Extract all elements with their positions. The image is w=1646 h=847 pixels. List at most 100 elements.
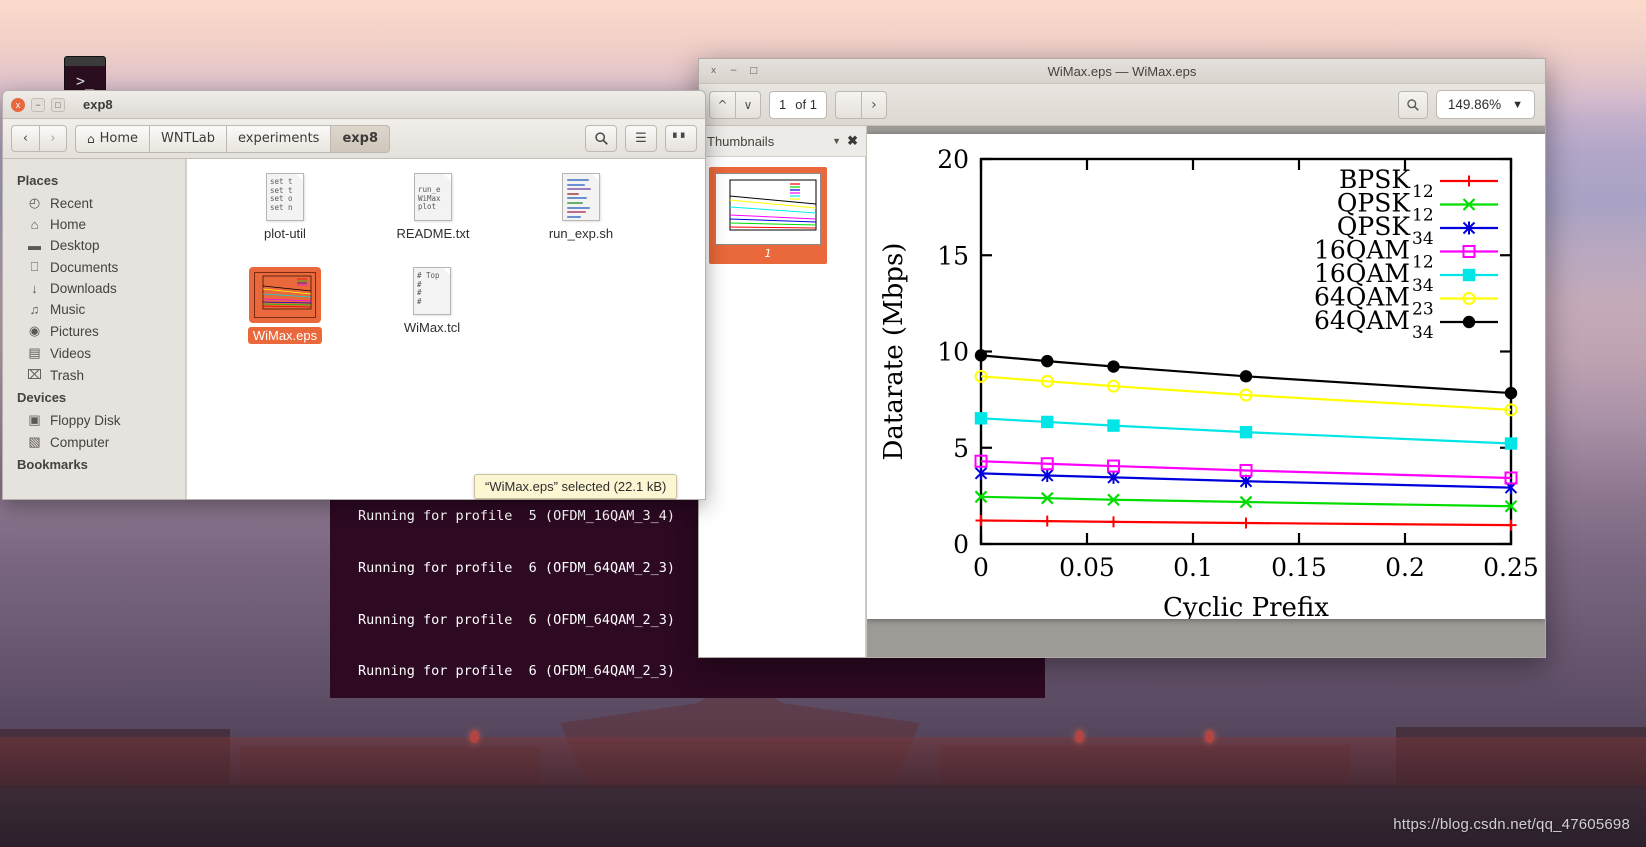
chevron-up-icon[interactable]: ^	[709, 90, 735, 119]
text-file-icon: run_e WiMax plot	[414, 173, 452, 221]
lantern	[470, 730, 479, 743]
sidebar-item-documents[interactable]: ⎕ Documents	[3, 256, 185, 278]
document-viewer-window[interactable]: x − □ WiMax.eps — WiMax.eps ^ ∨ 1 of 1 c…	[698, 58, 1546, 658]
page-current[interactable]: 1	[779, 97, 786, 112]
file-name: WiMax.tcl	[403, 320, 461, 335]
chevron-right-icon[interactable]: ›	[860, 90, 887, 119]
file-item-wimax-tcl[interactable]: # Top # # # WiMax.tcl	[358, 267, 506, 355]
sidebar-item-videos[interactable]: ▤ Videos	[3, 342, 185, 364]
sidebar-item-label: Pictures	[50, 323, 99, 339]
history-nav-group: chevron-left-icon ›	[834, 90, 887, 119]
series-BPSK-12	[975, 515, 1517, 531]
file-grid: set t set t set o set n plot-util run_e …	[187, 173, 705, 361]
y-tick-label: 5	[953, 434, 969, 463]
folder-icon: ▬	[28, 238, 41, 253]
close-icon[interactable]: ✖	[847, 133, 858, 149]
sidebar-item-label: Documents	[50, 259, 119, 275]
minimize-icon[interactable]: −	[727, 65, 740, 78]
legend-entry-64QAM-34: 64QAM 34	[1314, 306, 1498, 343]
sidebar-heading-places: Places	[17, 173, 59, 188]
file-preview-line: plot	[418, 202, 437, 212]
breadcrumb-home[interactable]: ⌂ Home	[75, 124, 151, 153]
sidebar-item-label: Home	[50, 217, 87, 232]
sidebar-item-label: Videos	[50, 345, 92, 361]
y-tick-label: 0	[953, 530, 969, 559]
chevron-down-icon[interactable]: ▼	[832, 136, 841, 146]
file-grid-pane[interactable]: set t set t set o set n plot-util run_e …	[186, 159, 705, 499]
sidebar-item-computer[interactable]: ▧ Computer	[3, 431, 185, 453]
lantern	[1205, 730, 1214, 743]
document-page: 0 5 10 15 20 0 0.05 0.1 0.15 0.2 0.25 Cyclic Prefix…	[867, 134, 1545, 623]
sidebar-item-label: Desktop	[50, 238, 100, 253]
file-item-run-exp[interactable]: run_exp.sh	[507, 173, 655, 261]
document-page-pane[interactable]: 0 5 10 15 20 0 0.05 0.1 0.15 0.2 0.25 Cyclic Prefix…	[867, 126, 1545, 657]
grid-view-icon[interactable]: ▘▘	[665, 125, 697, 152]
page-number-box[interactable]: 1 of 1	[769, 90, 827, 119]
sidebar-item-home[interactable]: ⌂ Home	[3, 214, 185, 235]
file-item-readme[interactable]: run_e WiMax plot README.txt	[359, 173, 507, 261]
file-item-wimax-eps[interactable]: WiMax.eps	[211, 267, 359, 355]
file-manager-window[interactable]: x − □ exp8 ‹ › ⌂ Home WNTLab experiments…	[2, 90, 706, 500]
nav-buttons: ‹ ›	[11, 125, 67, 152]
x-tick-label: 0.05	[1059, 553, 1115, 582]
sidebar-item-desktop[interactable]: ▬ Desktop	[3, 235, 185, 256]
datarate-chart: 0 5 10 15 20 0 0.05 0.1 0.15 0.2 0.25 Cyclic Prefix…	[879, 145, 1539, 623]
close-icon[interactable]: x	[707, 65, 720, 78]
file-manager-titlebar: x − □ exp8	[3, 91, 705, 119]
sidebar-item-recent[interactable]: ◴ Recent	[3, 192, 185, 214]
breadcrumb-experiments[interactable]: experiments	[227, 124, 332, 153]
thumbnails-header: Thumbnails ▼ ✖	[699, 126, 866, 156]
places-sidebar: Places ◴ Recent ⌂ Home ▬ Desktop ⎕ Documents…	[3, 159, 186, 499]
x-tick-label: 0.1	[1173, 553, 1213, 582]
trash-icon: ⌧	[27, 367, 42, 382]
file-manager-body: Places ◴ Recent ⌂ Home ▬ Desktop ⎕ Documents…	[3, 159, 705, 499]
sidebar-item-pictures[interactable]: ◉ Pictures	[3, 320, 185, 342]
document-viewer-titlebar: x − □ WiMax.eps — WiMax.eps	[699, 59, 1545, 84]
film-icon: ▤	[28, 345, 41, 360]
document-title: WiMax.eps — WiMax.eps	[1047, 63, 1197, 79]
forward-button[interactable]: ›	[39, 125, 67, 152]
close-icon[interactable]: x	[11, 97, 25, 112]
svg-text:12: 12	[1412, 253, 1434, 273]
terminal-icon-titlebar	[65, 57, 105, 66]
thumbnails-list[interactable]: 1	[699, 156, 866, 657]
file-manager-toolbar: ‹ › ⌂ Home WNTLab experiments exp8 ☰ ▘▘	[3, 119, 705, 159]
series-16QAM-34	[974, 412, 1518, 450]
chevron-down-icon[interactable]: ▼	[1512, 99, 1523, 111]
sidebar-item-label: Downloads	[50, 281, 117, 296]
chevron-left-icon[interactable]: chevron-left-icon	[834, 90, 861, 119]
file-name: run_exp.sh	[548, 226, 614, 241]
home-icon: ⌂	[30, 217, 39, 232]
sidebar-item-label: Music	[50, 302, 86, 317]
maximize-icon[interactable]: □	[747, 65, 760, 78]
sidebar-item-music[interactable]: ♫ Music	[3, 299, 185, 320]
page-total: of 1	[795, 97, 817, 112]
thumbnail-item[interactable]: 1	[709, 167, 827, 264]
chevron-down-icon[interactable]: ∨	[735, 90, 761, 119]
file-name: README.txt	[396, 226, 470, 241]
file-name: plot-util	[264, 226, 306, 241]
roofline-upper	[0, 737, 1646, 789]
breadcrumb-wntlab[interactable]: WNTLab	[150, 124, 227, 153]
breadcrumb-exp8[interactable]: exp8	[331, 124, 391, 153]
file-item-plot-util[interactable]: set t set t set o set n plot-util	[211, 173, 359, 261]
music-icon: ♫	[29, 302, 40, 317]
script-file-icon	[562, 173, 600, 221]
list-view-icon[interactable]: ☰	[625, 125, 657, 152]
sidebar-item-floppy-disk[interactable]: ▣ Floppy Disk	[3, 409, 185, 431]
lantern	[1075, 730, 1084, 743]
search-icon[interactable]	[585, 125, 617, 152]
maximize-icon[interactable]: □	[51, 97, 65, 112]
search-icon[interactable]	[1397, 90, 1428, 119]
eps-chart-preview	[262, 275, 312, 310]
zoom-control[interactable]: 149.86% ▼	[1435, 90, 1535, 119]
watermark-url: https://blog.csdn.net/qq_47605698	[1393, 816, 1630, 833]
minimize-icon[interactable]: −	[31, 97, 45, 112]
sidebar-item-label: Floppy Disk	[50, 412, 121, 428]
sidebar-item-trash[interactable]: ⌧ Trash	[3, 364, 185, 386]
sidebar-item-downloads[interactable]: ↓ Downloads	[3, 278, 185, 299]
back-button[interactable]: ‹	[11, 125, 39, 152]
camera-icon: ◉	[28, 323, 41, 338]
text-file-icon: # Top # # #	[413, 267, 451, 315]
x-tick-label: 0.2	[1385, 553, 1425, 582]
